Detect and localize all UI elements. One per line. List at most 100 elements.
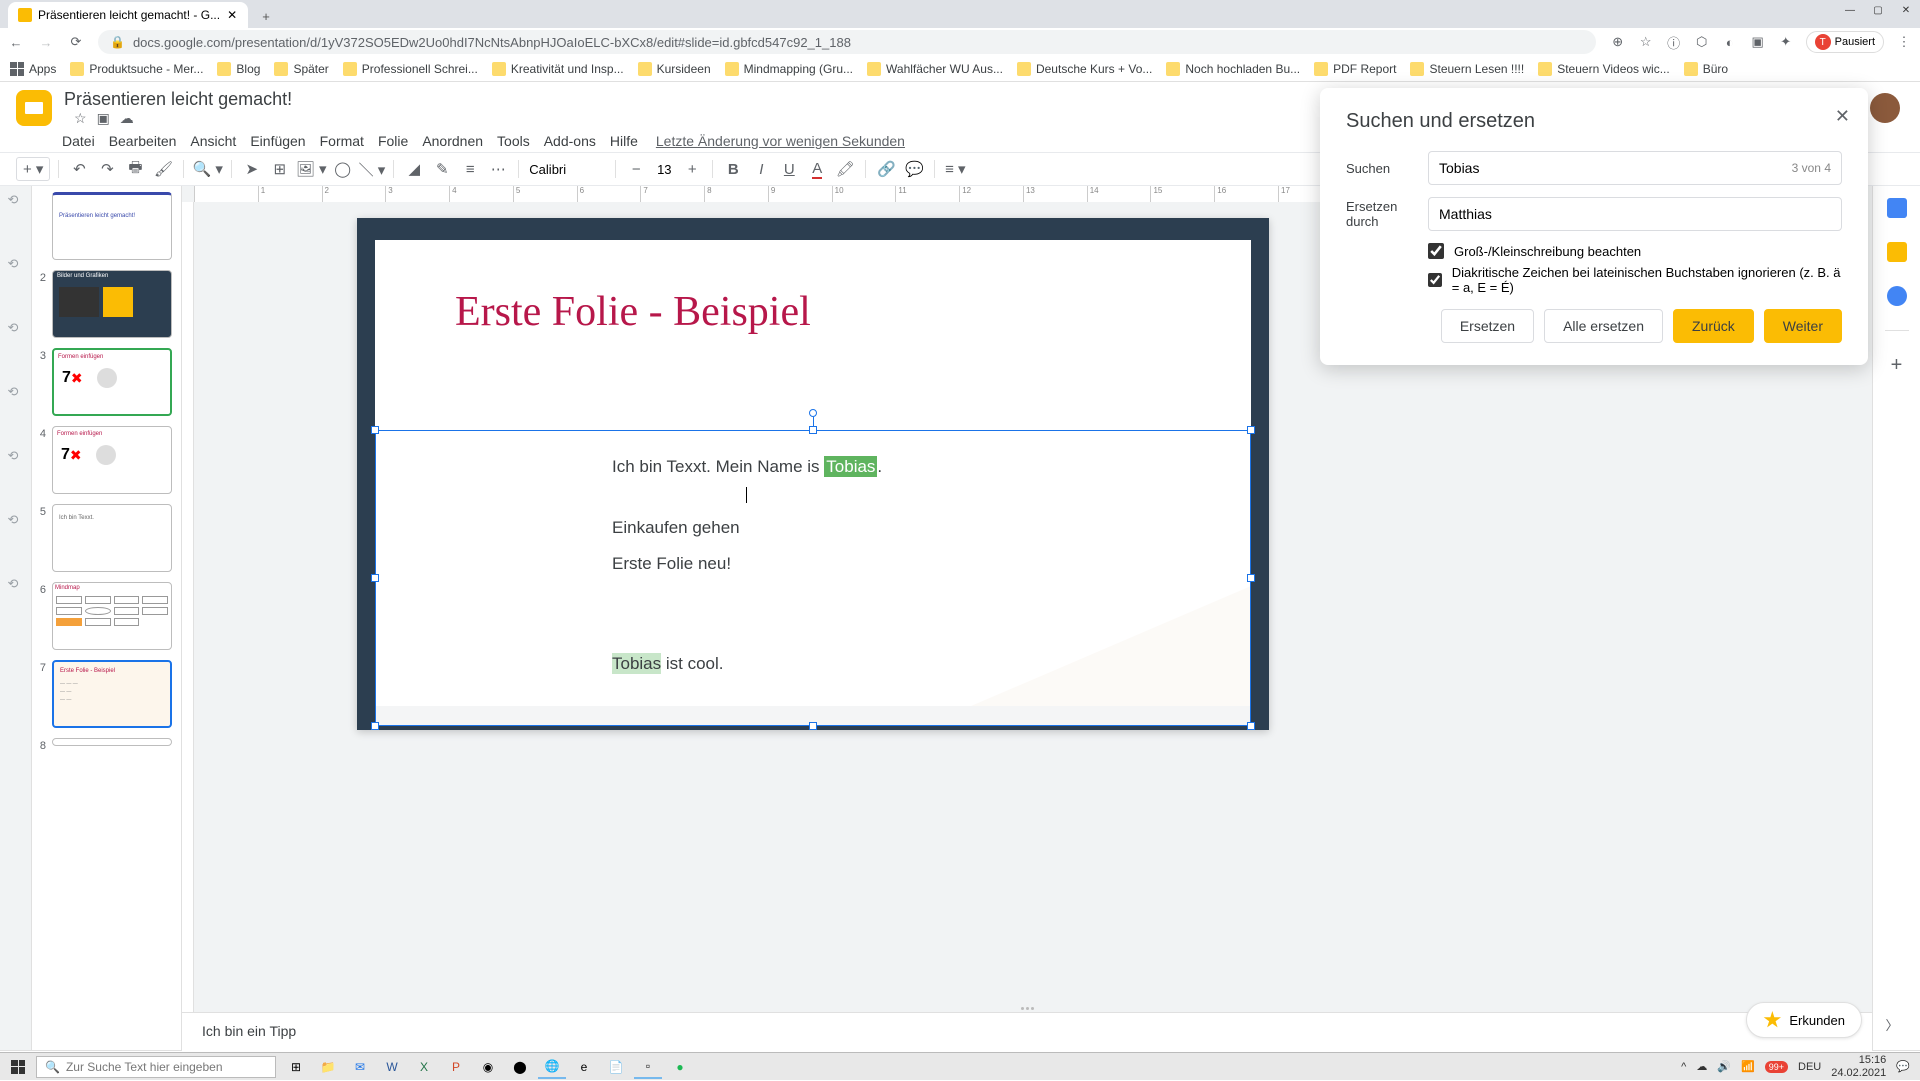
menu-einfuegen[interactable]: Einfügen [244, 131, 311, 151]
border-weight-icon[interactable]: ≡ [458, 157, 482, 181]
comment-icon[interactable]: 💬 [902, 157, 926, 181]
bookmark-item[interactable]: Kreativität und Insp... [492, 62, 624, 76]
slide-thumb-5[interactable]: Ich bin Texxt. [52, 504, 172, 572]
new-slide-button[interactable]: + ▾ [16, 157, 50, 181]
anim-icon[interactable]: ⟲ [8, 256, 24, 272]
url-bar[interactable]: 🔒 docs.google.com/presentation/d/1yV372S… [98, 30, 1596, 54]
border-color-icon[interactable]: ✎ [430, 157, 454, 181]
resize-handle[interactable] [1247, 722, 1255, 730]
bookmark-item[interactable]: PDF Report [1314, 62, 1396, 76]
bookmark-item[interactable]: Kursideen [638, 62, 711, 76]
obs-icon[interactable]: ⬤ [506, 1055, 534, 1079]
move-doc-icon[interactable]: ▣ [97, 110, 110, 127]
bookmark-item[interactable]: Büro [1684, 62, 1728, 76]
anim-icon[interactable]: ⟲ [8, 384, 24, 400]
diacritics-checkbox[interactable] [1428, 272, 1442, 288]
replace-all-button[interactable]: Alle ersetzen [1544, 309, 1663, 343]
nav-back-icon[interactable]: ← [8, 34, 24, 50]
slide-canvas[interactable]: Erste Folie - Beispiel Ich bin Texxt. Me… [357, 218, 1269, 730]
next-button[interactable]: Weiter [1764, 309, 1842, 343]
slide-thumb-6[interactable]: Mindmap [52, 582, 172, 650]
ext2-icon[interactable]: ▣ [1750, 34, 1766, 50]
slide-body-text[interactable]: Ich bin Texxt. Mein Name is Tobias. Eink… [376, 431, 1250, 681]
slide-thumb-8[interactable] [52, 738, 172, 746]
anim-icon[interactable]: ⟲ [8, 192, 24, 208]
chrome-icon[interactable]: 🌐 [538, 1055, 566, 1079]
bookmark-item[interactable]: Später [274, 62, 328, 76]
menu-ansicht[interactable]: Ansicht [184, 131, 242, 151]
extensions-icon[interactable]: ✦ [1778, 34, 1794, 50]
italic-icon[interactable]: I [749, 157, 773, 181]
bookmark-item[interactable]: Produktsuche - Mer... [70, 62, 203, 76]
menu-anordnen[interactable]: Anordnen [416, 131, 489, 151]
image-icon[interactable]: 🖼 ▾ [296, 157, 327, 181]
anim-icon[interactable]: ⟲ [8, 576, 24, 592]
nav-reload-icon[interactable]: ⟳ [68, 34, 84, 50]
edge-icon[interactable]: e [570, 1055, 598, 1079]
anim-icon[interactable]: ⟲ [8, 512, 24, 528]
bookmark-item[interactable]: Steuern Lesen !!!! [1410, 62, 1524, 76]
resize-handle[interactable] [371, 574, 379, 582]
powerpoint-icon[interactable]: P [442, 1055, 470, 1079]
taskview-icon[interactable]: ⊞ [282, 1055, 310, 1079]
window-maximize[interactable]: ▢ [1864, 0, 1892, 20]
mail-icon[interactable]: ✉ [346, 1055, 374, 1079]
tasks-icon[interactable] [1887, 286, 1907, 306]
replace-input[interactable] [1439, 206, 1831, 222]
anim-icon[interactable]: ⟲ [8, 320, 24, 336]
slide-thumb-2[interactable]: Bilder und Grafiken [52, 270, 172, 338]
slide-thumb-1[interactable]: Präsentieren leicht gemacht! [52, 192, 172, 260]
cloud-status-icon[interactable]: ☁ [120, 110, 134, 127]
tray-notif-badge[interactable]: 99+ [1765, 1061, 1788, 1073]
slide-thumb-3[interactable]: Formen einfügen 7✖ [52, 348, 172, 416]
fill-color-icon[interactable]: ◢ [402, 157, 426, 181]
tray-up-icon[interactable]: ^ [1681, 1061, 1686, 1073]
spotify-icon[interactable]: ● [666, 1055, 694, 1079]
speaker-notes[interactable]: Ich bin ein Tipp [182, 1012, 1872, 1052]
apps-bookmark[interactable]: Apps [10, 62, 56, 76]
text-color-icon[interactable]: A [805, 157, 829, 181]
sidebar-collapse-icon[interactable]: 〉 [1878, 1010, 1906, 1038]
link-icon[interactable]: 🔗 [874, 157, 898, 181]
slides-logo-icon[interactable] [16, 90, 52, 126]
line-icon[interactable]: ＼ ▾ [359, 157, 386, 181]
bookmark-item[interactable]: Blog [217, 62, 260, 76]
menu-dots-icon[interactable]: ⋮ [1896, 34, 1912, 50]
highlight-icon[interactable]: 🖍 [833, 157, 857, 181]
font-size-inc[interactable]: + [680, 157, 704, 181]
tray-clock[interactable]: 15:16 24.02.2021 [1831, 1054, 1886, 1078]
bookmark-item[interactable]: Steuern Videos wic... [1538, 62, 1670, 76]
menu-bearbeiten[interactable]: Bearbeiten [103, 131, 183, 151]
star-doc-icon[interactable]: ☆ [74, 110, 87, 127]
new-tab-button[interactable]: + [256, 9, 276, 24]
tray-wifi-icon[interactable]: 📶 [1741, 1060, 1755, 1073]
paint-format-icon[interactable]: 🖌 [151, 157, 175, 181]
notes-resize-grip[interactable] [1012, 1007, 1042, 1011]
font-family-input[interactable] [527, 160, 607, 179]
nav-forward-icon[interactable]: → [38, 34, 54, 50]
underline-icon[interactable]: U [777, 157, 801, 181]
explore-button[interactable]: Erkunden [1746, 1002, 1862, 1038]
bookmark-item[interactable]: Noch hochladen Bu... [1166, 62, 1300, 76]
thumbnail-panel[interactable]: Präsentieren leicht gemacht! 2 Bilder un… [32, 186, 182, 1052]
word-icon[interactable]: W [378, 1055, 406, 1079]
slide-thumb-7[interactable]: Erste Folie - Beispiel — — —— —— — [52, 660, 172, 728]
window-close[interactable]: ✕ [1892, 0, 1920, 20]
bookmark-item[interactable]: Deutsche Kurs + Vo... [1017, 62, 1152, 76]
undo-icon[interactable]: ↶ [67, 157, 91, 181]
reader-icon[interactable]: ⓘ [1666, 34, 1682, 50]
doc-title[interactable]: Präsentieren leicht gemacht! [64, 89, 292, 109]
bookmark-item[interactable]: Mindmapping (Gru... [725, 62, 853, 76]
menu-hilfe[interactable]: Hilfe [604, 131, 644, 151]
menu-tools[interactable]: Tools [491, 131, 536, 151]
resize-handle[interactable] [371, 426, 379, 434]
slide-title[interactable]: Erste Folie - Beispiel [375, 240, 1251, 336]
menu-datei[interactable]: Datei [56, 131, 101, 151]
profile-paused[interactable]: T Pausiert [1806, 31, 1884, 53]
rotate-handle[interactable] [809, 409, 817, 417]
anim-icon[interactable]: ⟲ [8, 448, 24, 464]
tray-cloud-icon[interactable]: ☁ [1696, 1060, 1707, 1073]
select-tool-icon[interactable]: ➤ [240, 157, 264, 181]
resize-handle[interactable] [1247, 426, 1255, 434]
app2-icon[interactable]: ▫ [634, 1055, 662, 1079]
